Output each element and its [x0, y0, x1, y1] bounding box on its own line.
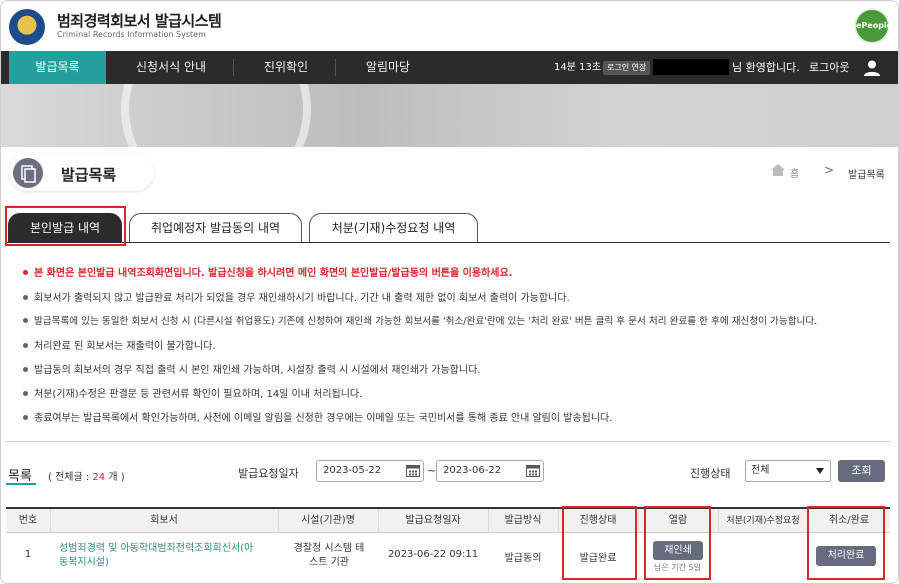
notice-item: 회보서가 출력되지 않고 발급완료 처리가 되었을 경우 재인쇄하시기 바랍니다…	[23, 289, 570, 304]
magnifier-decoration	[121, 84, 311, 147]
notice-item: 발급목록에 있는 동일한 회보서 신청 시 (다른시설 취업용도) 기존에 신청…	[23, 313, 817, 327]
issue-method: 발급동의	[504, 553, 542, 564]
breadcrumb-home[interactable]: 홈	[790, 165, 799, 180]
app-title: 범죄경력회보서 발급시스템	[57, 12, 222, 30]
chevron-down-icon[interactable]	[816, 468, 824, 474]
tab-employment-consent[interactable]: 취업예정자 발급동의 내역	[129, 213, 302, 243]
calendar-icon[interactable]	[406, 464, 420, 477]
tab-correction-request[interactable]: 처분(기재)수정요청 내역	[309, 213, 478, 243]
report-name-link[interactable]: 성범죄경력 및 아동학대범죄전력조회회신서(아 동복지시설)	[59, 542, 274, 570]
extend-login-button[interactable]: 로그인 연장	[603, 61, 651, 75]
logout-link[interactable]: 로그아웃	[809, 51, 849, 84]
nav-item-forms-guide[interactable]: 신청서식 안내	[116, 51, 226, 84]
section-divider	[6, 441, 890, 442]
top-header: 범죄경력회보서 발급시스템 Criminal Records Informati…	[1, 1, 898, 51]
notice-item: 처분(기재)수정은 판결문 등 관련서류 확인이 필요하며, 14일 이내 처리…	[23, 385, 362, 400]
column-header: 발급방식	[504, 515, 542, 526]
breadcrumb-current: 발급목록	[848, 170, 885, 181]
row-number: 1	[24, 549, 32, 560]
column-header: 처분(기재)수정요청	[726, 516, 800, 526]
highlight-box-status	[562, 506, 637, 580]
highlight-box-view	[644, 506, 711, 580]
calendar-icon[interactable]	[526, 464, 540, 477]
nav-item-issue-list[interactable]: 발급목록	[9, 51, 106, 84]
notice-item: 본 화면은 본인발급 내역조회화면입니다. 발급신청을 하시려면 메인 화면의 …	[23, 264, 512, 279]
report-name-line[interactable]: 동복지시설)	[59, 556, 274, 570]
nav-divider	[233, 59, 234, 76]
list-heading-underline	[6, 483, 36, 485]
highlight-box-tab	[5, 206, 126, 246]
date-range-separator: ~	[427, 464, 437, 477]
header-banner	[1, 84, 898, 147]
search-button[interactable]: 조회	[838, 460, 885, 482]
session-timer: 14분 13초	[554, 62, 602, 73]
app-subtitle: Criminal Records Information System	[57, 30, 206, 39]
facility-name: 경찰청 시스템 테 스트 기관	[288, 542, 370, 570]
column-header: 시설(기관)명	[301, 515, 355, 526]
main-nav: 발급목록 신청서식 안내 진위확인 알림마당 14분 13초 로그인 연장 님 …	[1, 51, 898, 84]
notice-item: 종료여부는 발급목록에서 확인가능하며, 사전에 이메일 알림을 신청한 경우에…	[23, 409, 612, 424]
home-icon[interactable]	[771, 164, 785, 176]
tab-underline	[6, 242, 890, 243]
highlight-box-cancel	[807, 506, 885, 580]
user-icon[interactable]	[863, 59, 881, 77]
masked-username	[653, 59, 729, 75]
request-date: 2023-06-22 09:11	[387, 549, 479, 560]
column-header: 발급요청일자	[405, 515, 461, 526]
facility-name-line: 경찰청 시스템 테	[293, 543, 365, 554]
report-name-line[interactable]: 성범죄경력 및 아동학대범죄전력조회회신서(아	[59, 542, 274, 556]
nav-divider	[335, 59, 336, 76]
column-header: 회보서	[150, 515, 178, 526]
gov-badge-icon[interactable]: ePeople	[854, 8, 892, 44]
list-heading: 목록	[8, 469, 32, 484]
status-filter-label: 진행상태	[690, 467, 731, 480]
document-icon	[13, 158, 43, 188]
column-header: 번호	[18, 515, 38, 526]
date-filter-label: 발급요청일자	[238, 467, 299, 480]
breadcrumb-separator: >	[824, 163, 835, 177]
facility-name-line: 스트 기관	[309, 557, 349, 568]
nav-item-verify[interactable]: 진위확인	[241, 51, 331, 84]
page-title: 발급목록	[61, 166, 117, 184]
nav-item-notice[interactable]: 알림마당	[343, 51, 433, 84]
notice-item: 처리완료 된 회보서는 재출력이 불가합니다.	[23, 337, 216, 352]
welcome-text: 님 환영합니다.	[732, 61, 800, 74]
notice-item: 발급동의 회보서의 경우 직접 출력 시 본인 재인쇄 가능하며, 시설장 출력…	[23, 361, 480, 376]
app-window: 범죄경력회보서 발급시스템 Criminal Records Informati…	[0, 0, 899, 584]
police-emblem-icon	[9, 9, 45, 45]
total-count: ( 전체글 : 24 개 )	[48, 472, 125, 483]
